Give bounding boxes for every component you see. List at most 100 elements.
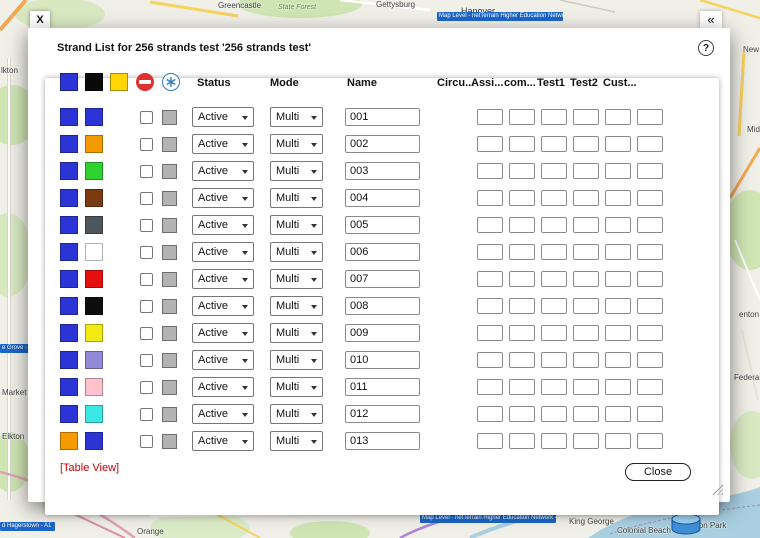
help-button[interactable]: ? (698, 40, 714, 56)
test1-input[interactable] (573, 163, 599, 179)
comment-input[interactable] (541, 109, 567, 125)
assignment-input[interactable] (509, 352, 535, 368)
comment-input[interactable] (541, 217, 567, 233)
name-input[interactable] (345, 324, 420, 342)
tube-color-swatch[interactable] (60, 216, 78, 234)
status-select[interactable]: Active (192, 377, 254, 397)
name-input[interactable] (345, 432, 420, 450)
collapse-icon[interactable]: « (700, 11, 722, 28)
status-select[interactable]: Active (192, 107, 254, 127)
circuit-input[interactable] (477, 136, 503, 152)
tube-color-swatch[interactable] (60, 135, 78, 153)
name-input[interactable] (345, 243, 420, 261)
test1-input[interactable] (573, 352, 599, 368)
status-select[interactable]: Active (192, 188, 254, 208)
comment-input[interactable] (541, 298, 567, 314)
custom-input[interactable] (637, 298, 663, 314)
test1-input[interactable] (573, 136, 599, 152)
mode-select[interactable]: Multi (270, 215, 323, 235)
assignment-input[interactable] (509, 190, 535, 206)
mode-select[interactable]: Multi (270, 161, 323, 181)
status-select[interactable]: Active (192, 296, 254, 316)
mode-select[interactable]: Multi (270, 107, 323, 127)
name-input[interactable] (345, 405, 420, 423)
circuit-input[interactable] (477, 244, 503, 260)
test2-input[interactable] (605, 136, 631, 152)
test1-input[interactable] (573, 406, 599, 422)
legend-swatch-black[interactable] (85, 73, 103, 91)
comment-input[interactable] (541, 163, 567, 179)
database-node-icon[interactable] (666, 512, 706, 536)
tube-color-swatch[interactable] (60, 297, 78, 315)
close-x-button[interactable]: X (30, 11, 50, 28)
custom-input[interactable] (637, 406, 663, 422)
row-checkbox[interactable] (140, 246, 153, 259)
assignment-input[interactable] (509, 163, 535, 179)
comment-input[interactable] (541, 325, 567, 341)
status-select[interactable]: Active (192, 215, 254, 235)
tube-color-swatch[interactable] (60, 162, 78, 180)
status-select[interactable]: Active (192, 323, 254, 343)
row-color-button[interactable] (162, 164, 177, 179)
test2-input[interactable] (605, 433, 631, 449)
name-input[interactable] (345, 378, 420, 396)
assignment-input[interactable] (509, 298, 535, 314)
row-color-button[interactable] (162, 353, 177, 368)
tube-color-swatch[interactable] (60, 189, 78, 207)
assignment-input[interactable] (509, 433, 535, 449)
assignment-input[interactable] (509, 244, 535, 260)
tube-color-swatch[interactable] (60, 432, 78, 450)
mode-select[interactable]: Multi (270, 323, 323, 343)
mode-select[interactable]: Multi (270, 188, 323, 208)
row-color-button[interactable] (162, 299, 177, 314)
test1-input[interactable] (573, 217, 599, 233)
tube-color-swatch[interactable] (60, 270, 78, 288)
circuit-input[interactable] (477, 379, 503, 395)
map-link-banner[interactable]: d Hagerstown - A1 (0, 522, 55, 531)
mode-select[interactable]: Multi (270, 350, 323, 370)
custom-input[interactable] (637, 163, 663, 179)
mode-select[interactable]: Multi (270, 404, 323, 424)
custom-input[interactable] (637, 136, 663, 152)
mode-select[interactable]: Multi (270, 431, 323, 451)
test1-input[interactable] (573, 298, 599, 314)
snowflake-icon[interactable] (162, 73, 180, 91)
test1-input[interactable] (573, 433, 599, 449)
name-input[interactable] (345, 162, 420, 180)
test1-input[interactable] (573, 379, 599, 395)
name-input[interactable] (345, 351, 420, 369)
tube-color-swatch[interactable] (60, 351, 78, 369)
row-checkbox[interactable] (140, 300, 153, 313)
row-color-button[interactable] (162, 191, 177, 206)
strand-color-swatch[interactable] (85, 405, 103, 423)
no-entry-icon[interactable] (136, 73, 154, 91)
tube-color-swatch[interactable] (60, 108, 78, 126)
row-color-button[interactable] (162, 326, 177, 341)
name-input[interactable] (345, 216, 420, 234)
comment-input[interactable] (541, 379, 567, 395)
row-checkbox[interactable] (140, 111, 153, 124)
legend-swatch-yellow[interactable] (110, 73, 128, 91)
custom-input[interactable] (637, 244, 663, 260)
comment-input[interactable] (541, 190, 567, 206)
assignment-input[interactable] (509, 217, 535, 233)
test2-input[interactable] (605, 190, 631, 206)
circuit-input[interactable] (477, 190, 503, 206)
row-checkbox[interactable] (140, 327, 153, 340)
mode-select[interactable]: Multi (270, 134, 323, 154)
tube-color-swatch[interactable] (60, 324, 78, 342)
test1-input[interactable] (573, 244, 599, 260)
status-select[interactable]: Active (192, 269, 254, 289)
row-color-button[interactable] (162, 407, 177, 422)
row-color-button[interactable] (162, 245, 177, 260)
assignment-input[interactable] (509, 136, 535, 152)
name-input[interactable] (345, 189, 420, 207)
name-input[interactable] (345, 135, 420, 153)
status-select[interactable]: Active (192, 350, 254, 370)
name-input[interactable] (345, 297, 420, 315)
comment-input[interactable] (541, 136, 567, 152)
table-view-link[interactable]: [Table View] (60, 462, 119, 474)
custom-input[interactable] (637, 433, 663, 449)
strand-color-swatch[interactable] (85, 270, 103, 288)
row-color-button[interactable] (162, 434, 177, 449)
